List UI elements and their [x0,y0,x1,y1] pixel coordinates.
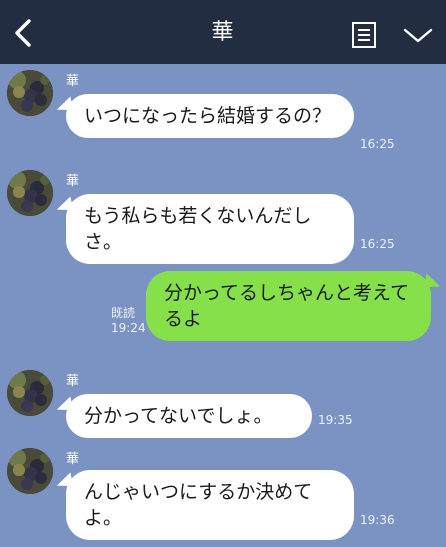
avatar[interactable] [7,370,53,416]
message-text: 分かってるしちゃんと考えてるよ [164,282,410,330]
menu-button[interactable] [400,20,436,50]
avatar-grapes-icon [7,370,53,416]
notes-button[interactable] [350,20,378,50]
avatar-grapes-icon [7,448,53,494]
chat-header: 華 [0,0,446,64]
chevron-down-icon [403,28,433,43]
sender-name: 華 [66,74,80,89]
message-bubble[interactable]: 分かってないでしょ。 [66,394,312,438]
message-time: 19:24 [111,321,146,335]
message-text: いつになったら結婚するの？ [84,105,332,127]
chat-area[interactable]: 華 いつになったら結婚するの？ 16:25 華 もう私らも若くないんだしさ。 1… [0,64,446,547]
message-bubble-outgoing[interactable]: 分かってるしちゃんと考えてるよ [146,271,431,341]
message-text: もう私らも若くないんだしさ。 [84,205,312,253]
message-time: 19:36 [360,513,395,527]
avatar-grapes-icon [7,170,53,216]
message-bubble[interactable]: もう私らも若くないんだしさ。 [66,194,354,264]
sender-name: 華 [66,174,80,189]
chat-title: 華 [211,20,235,45]
sender-name: 華 [66,452,80,467]
message-time: 16:25 [360,237,395,251]
message-time: 16:25 [360,137,395,151]
message-bubble[interactable]: んじゃいつにするか決めてよ。 [66,470,354,540]
avatar[interactable] [7,70,53,116]
avatar-grapes-icon [7,70,53,116]
notes-icon [352,22,376,48]
avatar[interactable] [7,448,53,494]
message-bubble[interactable]: いつになったら結婚するの？ [66,94,354,138]
message-time: 19:35 [318,413,353,427]
message-text: 分かってないでしょ。 [84,405,273,427]
read-receipt: 既読 [111,306,136,320]
message-text: んじゃいつにするか決めてよ。 [84,481,313,529]
sender-name: 華 [66,374,80,389]
avatar[interactable] [7,170,53,216]
